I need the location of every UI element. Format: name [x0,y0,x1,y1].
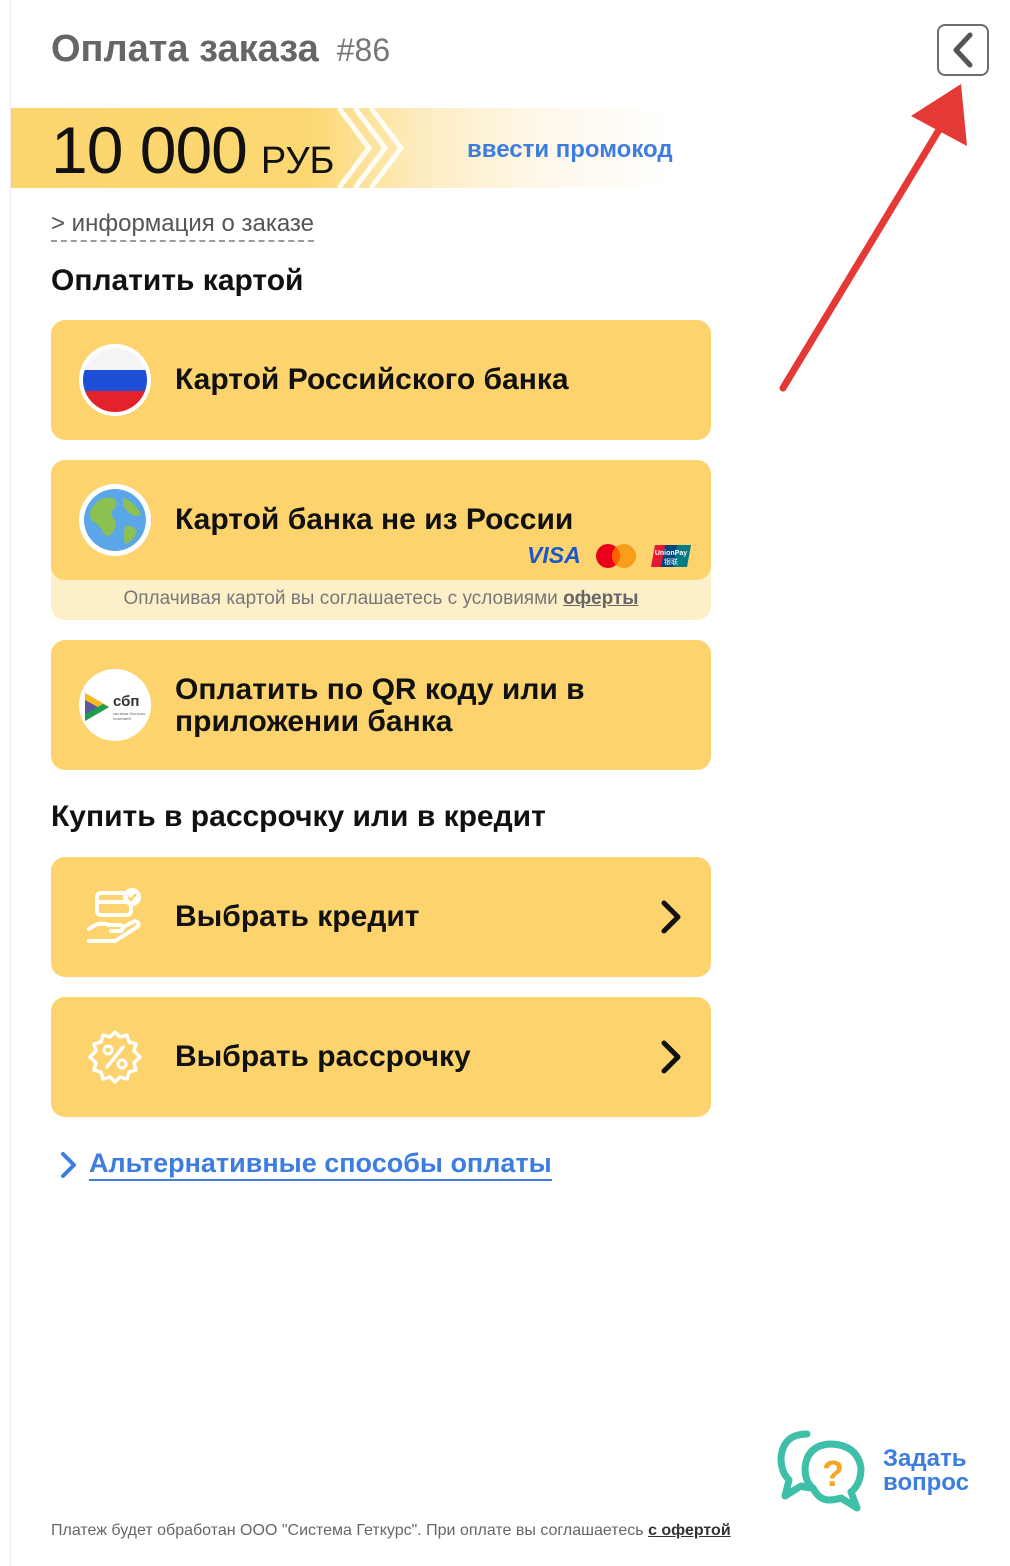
page-title: Оплата заказа [51,28,319,70]
back-button[interactable] [937,24,989,76]
chevron-right-icon [61,1151,76,1178]
alternative-payment-label: Альтернативные способы оплаты [89,1148,552,1181]
chevron-right-icon [661,1040,681,1074]
promo-code-link[interactable]: ввести промокод [467,136,673,164]
sbp-logo-subtext: система быстрых платежей [113,711,146,721]
page-header: Оплата заказа #86 [51,28,390,71]
chevron-left-icon [953,32,973,68]
foreign-card-button[interactable]: Картой банка не из России VISA UnionPay … [51,460,711,580]
chat-question-icon: ? [777,1430,865,1512]
sbp-logo-text: сбп [113,693,140,710]
sbp-logo: сбп система быстрых платежей [79,669,151,741]
footer-text: Платеж будет обработан ООО "Система Гетк… [51,1522,644,1539]
mastercard-icon [595,543,636,568]
payment-page: Оплата заказа #86 10 000 РУБ ввести пром… [10,0,1010,1566]
svg-text:银联: 银联 [664,557,678,566]
foreign-card-label: Картой банка не из России [175,503,574,536]
amount-value: 10 000 [51,113,248,187]
offer-link[interactable]: оферты [563,588,638,609]
chevron-right-icon [661,900,681,934]
amount-currency: РУБ [260,140,335,182]
russian-card-button[interactable]: Картой Российского банка [51,320,711,440]
credit-section-heading: Купить в рассрочку или в кредит [51,800,546,833]
globe-icon [79,484,151,556]
chevrons-decoration [337,108,405,188]
footer-offer-link[interactable]: с офертой [648,1522,731,1539]
offer-note: Оплачивая картой вы соглашаетесь с услов… [51,588,711,610]
order-info-link[interactable]: > информация о заказе [51,210,315,242]
unionpay-icon: UnionPay 银联 [650,544,691,567]
ask-question-label: Задать вопрос [883,1447,969,1495]
installment-label: Выбрать рассрочку [175,1040,471,1073]
svg-text:UnionPay: UnionPay [655,550,687,557]
alternative-payment-link[interactable]: Альтернативные способы оплаты [59,1148,552,1181]
russia-flag-icon [79,344,151,416]
svg-text:?: ? [822,1453,844,1494]
sbp-label-line1: Оплатить по QR коду или в [175,673,585,706]
ask-question-button[interactable]: ? Задать вопрос [777,1428,969,1514]
percent-badge-icon [88,1030,142,1084]
order-number: #86 [336,32,391,68]
annotation-arrow-icon [779,84,967,392]
card-section-heading: Оплатить картой [51,264,304,297]
footer-note: Платеж будет обработан ООО "Система Гетк… [51,1522,731,1540]
offer-note-text: Оплачивая картой вы соглашаетесь с услов… [123,588,558,609]
card-brand-logos: VISA UnionPay 银联 [527,542,691,569]
installment-button[interactable]: Выбрать рассрочку [51,997,711,1117]
ask-question-line2: вопрос [883,1469,969,1496]
visa-logo: VISA [527,542,581,568]
ask-question-line1: Задать [883,1445,967,1472]
foreign-card-block: Картой банка не из России VISA UnionPay … [51,460,711,620]
credit-button[interactable]: Выбрать кредит [51,857,711,977]
sbp-button[interactable]: сбп система быстрых платежей Оплатить по… [51,640,711,770]
credit-label: Выбрать кредит [175,900,420,933]
russian-card-label: Картой Российского банка [175,363,569,396]
credit-hand-icon [87,888,141,943]
sbp-label-line2: приложении банка [175,705,453,738]
order-amount: 10 000 РУБ [51,112,334,188]
